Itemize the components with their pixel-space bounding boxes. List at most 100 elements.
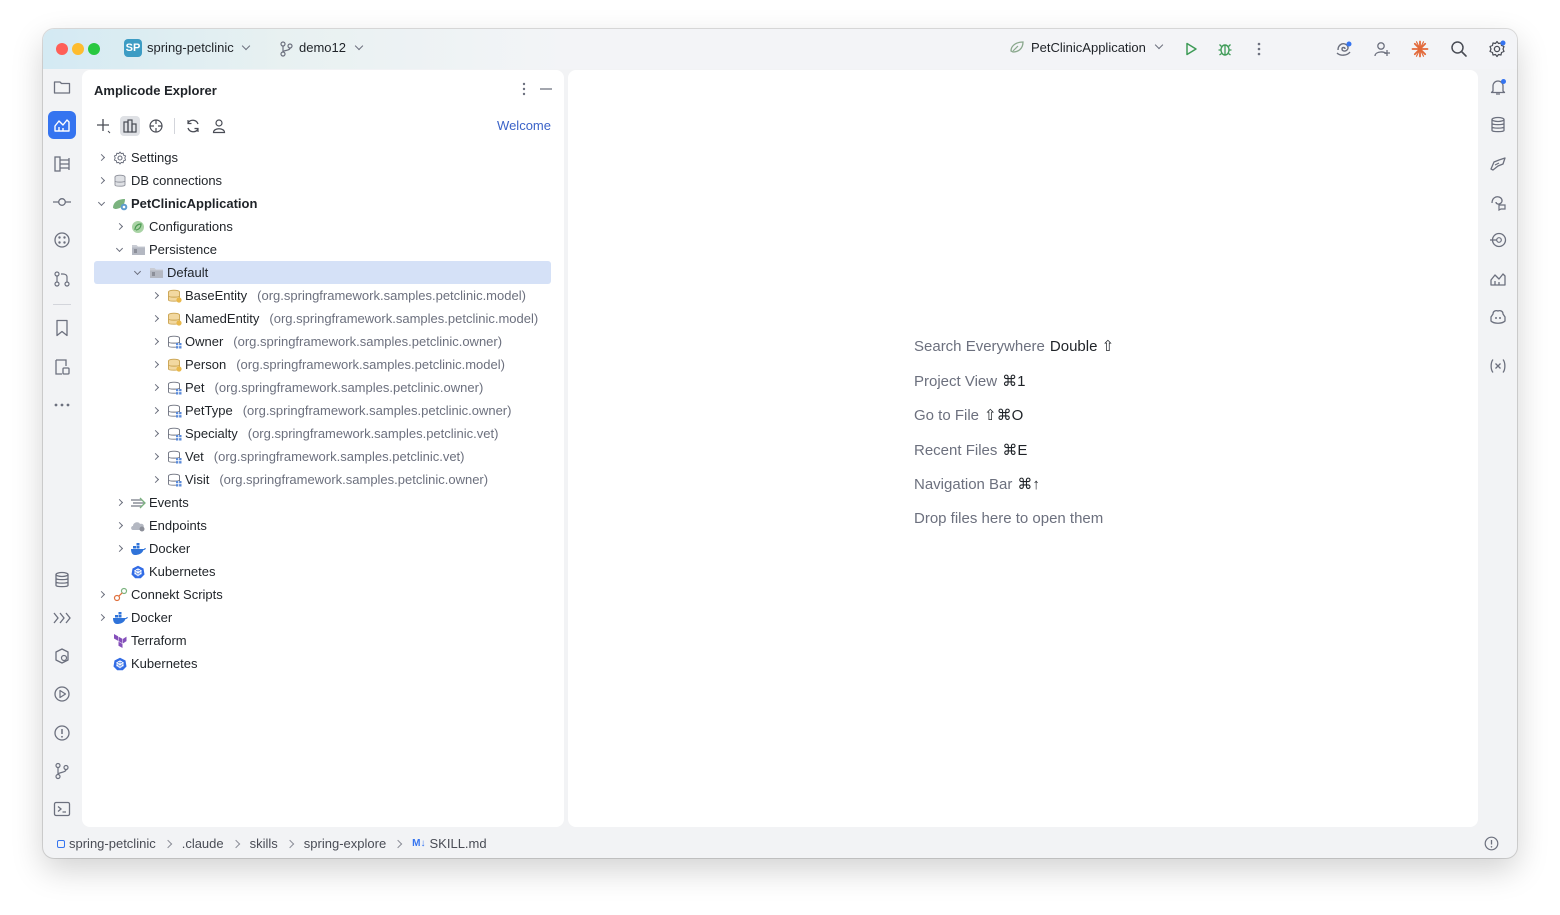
tree-item[interactable]: DB connections	[94, 169, 551, 192]
tree-item[interactable]: Docker	[94, 537, 551, 560]
ai-chat-tool-button[interactable]	[1484, 188, 1512, 216]
breadcrumb-item[interactable]: spring-petclinic	[69, 836, 156, 851]
debug-button[interactable]	[1214, 38, 1236, 60]
chevron-right-icon[interactable]	[148, 312, 162, 326]
tree-item[interactable]: Settings	[94, 146, 551, 169]
window-maximize-button[interactable]	[88, 43, 100, 55]
chevron-down-icon[interactable]	[94, 197, 108, 211]
window-minimize-button[interactable]	[72, 43, 84, 55]
problems-indicator-icon[interactable]	[1484, 836, 1499, 851]
tree-item[interactable]: BaseEntity (org.springframework.samples.p…	[94, 284, 551, 307]
git-tool-button[interactable]	[48, 757, 76, 785]
minimize-icon[interactable]	[540, 88, 552, 90]
tree-item-package: (org.springframework.samples.petclinic.o…	[242, 403, 512, 418]
tree-item[interactable]: Visit (org.springframework.samples.petcli…	[94, 468, 551, 491]
tree-item-label: Docker	[131, 610, 173, 625]
tree-item[interactable]: Vet (org.springframework.samples.petclini…	[94, 445, 551, 468]
chevron-right-icon[interactable]	[94, 174, 108, 188]
pipelines-tool-button[interactable]	[48, 604, 76, 632]
welcome-link[interactable]: Welcome	[497, 118, 551, 133]
hint-shortcut: ⇧⌘O	[984, 407, 1024, 425]
tree-item[interactable]: Persistence	[94, 238, 551, 261]
run-configuration-selector[interactable]: PetClinicApplication	[1009, 39, 1164, 55]
ai-assistant-button[interactable]	[1333, 38, 1355, 60]
services-icon	[55, 359, 70, 375]
structure-tool-button[interactable]	[48, 150, 76, 178]
services-tool-button[interactable]	[48, 353, 76, 381]
tree-item[interactable]: Kubernetes	[94, 560, 551, 583]
tree-item[interactable]: NamedEntity (org.springframework.samples.…	[94, 307, 551, 330]
run-button[interactable]	[1180, 38, 1202, 60]
tree-item[interactable]: Configurations	[94, 215, 551, 238]
terminal-tool-button[interactable]	[48, 795, 76, 823]
chevron-right-icon[interactable]	[112, 542, 126, 556]
tree-item[interactable]: PetClinicApplication	[94, 192, 551, 215]
tree-item[interactable]: Owner (org.springframework.samples.petcli…	[94, 330, 551, 353]
more-actions-button[interactable]	[1248, 38, 1270, 60]
chevron-right-icon[interactable]	[112, 519, 126, 533]
chevron-right-icon[interactable]	[148, 404, 162, 418]
tree-item[interactable]: Kubernetes	[94, 652, 551, 675]
jpa-buddy-tool-button[interactable]	[1484, 150, 1512, 178]
chevron-right-icon[interactable]	[148, 427, 162, 441]
chevron-right-icon[interactable]	[94, 151, 108, 165]
project-tool-button[interactable]	[48, 73, 76, 101]
tree-item[interactable]: Terraform	[94, 629, 551, 652]
window-close-button[interactable]	[56, 43, 68, 55]
chevron-right-icon[interactable]	[148, 289, 162, 303]
chevron-right-icon[interactable]	[112, 496, 126, 510]
tree-item[interactable]: Default	[94, 261, 551, 284]
branch-selector[interactable]: demo12	[299, 40, 363, 55]
build-tool-button[interactable]	[48, 642, 76, 670]
problems-tool-button[interactable]	[48, 719, 76, 747]
breadcrumb-item[interactable]: spring-explore	[304, 836, 386, 851]
refresh-button[interactable]	[183, 116, 203, 136]
tree-item[interactable]: Connekt Scripts	[94, 583, 551, 606]
breadcrumb-item[interactable]: SKILL.md	[430, 836, 487, 851]
add-button[interactable]	[94, 116, 114, 136]
group-by-button[interactable]	[120, 116, 140, 136]
database-tool-button[interactable]	[48, 566, 76, 594]
chevron-right-icon[interactable]	[148, 450, 162, 464]
chevron-right-icon[interactable]	[148, 473, 162, 487]
tree-item[interactable]: Docker	[94, 606, 551, 629]
tree-item[interactable]: Specialty (org.springframework.samples.pe…	[94, 422, 551, 445]
chevron-right-icon[interactable]	[94, 588, 108, 602]
chevron-right-icon[interactable]	[148, 335, 162, 349]
breadcrumb-item[interactable]: skills	[250, 836, 278, 851]
database-tool-button[interactable]	[1484, 111, 1512, 139]
add-user-button[interactable]	[1371, 38, 1393, 60]
chevron-right-icon[interactable]	[94, 611, 108, 625]
bookmarks-tool-button[interactable]	[48, 314, 76, 342]
notifications-tool-button[interactable]	[1484, 73, 1512, 101]
account-button[interactable]	[209, 116, 229, 136]
more-tools-button[interactable]	[48, 391, 76, 419]
pull-requests-tool-button[interactable]	[48, 265, 76, 293]
copilot-tool-button[interactable]	[1484, 303, 1512, 331]
chevron-right-icon[interactable]	[112, 220, 126, 234]
claude-button[interactable]	[1409, 38, 1431, 60]
plugins-tool-button[interactable]	[48, 226, 76, 254]
tree-item[interactable]: Events	[94, 491, 551, 514]
breadcrumb-item[interactable]: .claude	[182, 836, 224, 851]
chevron-right-icon[interactable]	[148, 381, 162, 395]
project-badge[interactable]: SP	[124, 39, 142, 57]
settings-button[interactable]	[1486, 38, 1508, 60]
chevron-right-icon[interactable]	[148, 358, 162, 372]
variables-tool-button[interactable]	[1484, 352, 1512, 380]
tree-item[interactable]: Pet (org.springframework.samples.petclini…	[94, 376, 551, 399]
tree-item[interactable]: Endpoints	[94, 514, 551, 537]
search-button[interactable]	[1448, 38, 1470, 60]
commit-tool-button[interactable]	[48, 188, 76, 216]
more-vertical-icon[interactable]	[522, 82, 526, 96]
chevron-down-icon[interactable]	[112, 243, 126, 257]
chevron-down-icon[interactable]	[130, 266, 144, 280]
tree-item[interactable]: Person (org.springframework.samples.petcl…	[94, 353, 551, 376]
tree-item[interactable]: PetType (org.springframework.samples.petc…	[94, 399, 551, 422]
locate-button[interactable]	[146, 116, 166, 136]
endpoints-tool-button[interactable]	[1484, 226, 1512, 254]
project-selector[interactable]: spring-petclinic	[147, 40, 251, 55]
run-tool-button[interactable]	[48, 680, 76, 708]
amplicode-tool-button[interactable]	[48, 111, 76, 139]
amplicode-designer-tool-button[interactable]	[1484, 265, 1512, 293]
